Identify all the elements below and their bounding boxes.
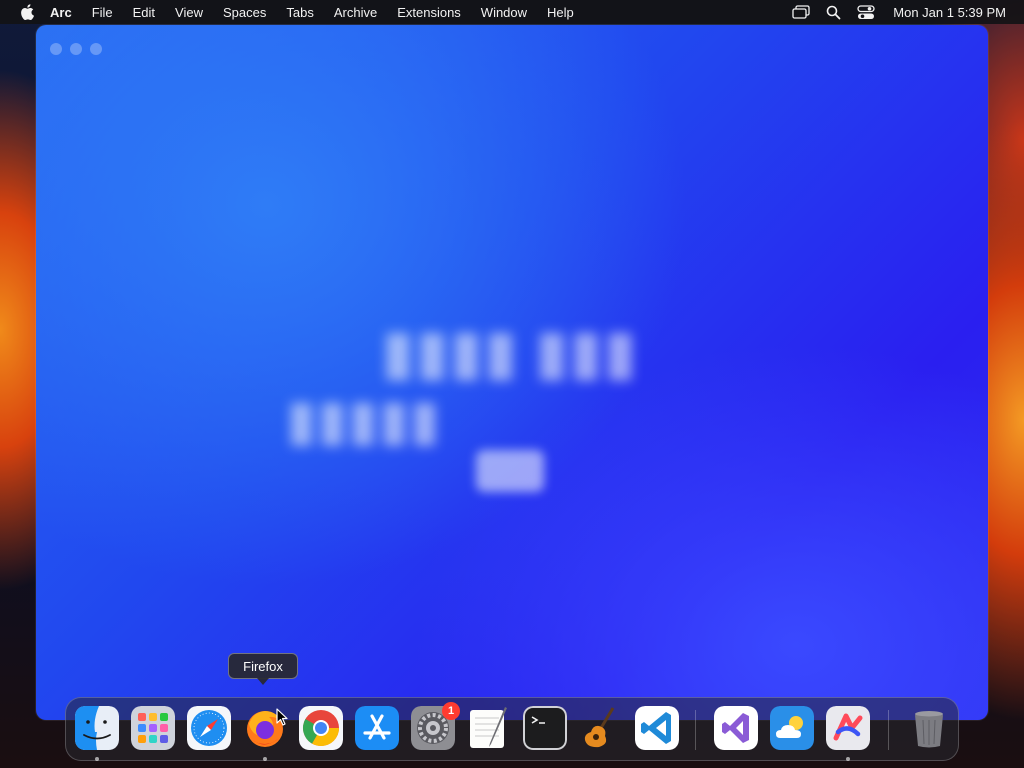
garageband-icon — [584, 707, 615, 748]
dock-separator — [888, 710, 889, 750]
arc-browser-window[interactable]: ▮▮▮▮ ▮▮▮ ▮▮▮▮▮ — [36, 25, 988, 720]
control-center-icon[interactable] — [857, 4, 875, 20]
menu-window[interactable]: Window — [481, 5, 527, 20]
vscode-icon — [635, 706, 679, 750]
dock-item-trash[interactable] — [907, 706, 951, 750]
minimize-window-button[interactable] — [70, 43, 82, 55]
dock-running-indicator — [263, 757, 267, 761]
spotlight-search-icon[interactable] — [826, 5, 841, 20]
blurred-logo-shape — [476, 450, 544, 492]
dock-tooltip: Firefox — [228, 653, 298, 685]
zoom-window-button[interactable] — [90, 43, 102, 55]
launchpad-icon — [131, 706, 175, 750]
menu-app-name[interactable]: Arc — [50, 5, 72, 20]
dock-item-textedit[interactable] — [467, 706, 511, 750]
menu-tabs[interactable]: Tabs — [286, 5, 313, 20]
apple-menu-icon[interactable] — [18, 3, 36, 21]
visual-studio-icon — [714, 706, 758, 750]
app-store-icon — [355, 706, 399, 750]
terminal-icon — [523, 706, 567, 750]
dock-item-arc[interactable] — [826, 706, 870, 750]
menu-bar-clock[interactable]: Mon Jan 1 5:39 PM — [893, 5, 1006, 20]
dock-item-terminal[interactable] — [523, 706, 567, 750]
trash-icon — [915, 711, 943, 748]
notification-badge: 1 — [442, 702, 460, 720]
dock-separator — [695, 710, 696, 750]
dock-item-chrome[interactable] — [299, 706, 343, 750]
dock-item-garageband[interactable] — [579, 706, 623, 750]
dock-item-safari[interactable] — [187, 706, 231, 750]
menu-file[interactable]: File — [92, 5, 113, 20]
chrome-icon — [299, 706, 343, 750]
safari-icon — [187, 706, 231, 750]
weather-icon — [770, 706, 814, 750]
dock-item-app-store[interactable] — [355, 706, 399, 750]
dock-running-indicator — [846, 757, 850, 761]
menu-view[interactable]: View — [175, 5, 203, 20]
menu-extensions[interactable]: Extensions — [397, 5, 461, 20]
blurred-headline-line-1: ▮▮▮▮ ▮▮▮ — [381, 318, 638, 387]
dock-item-finder[interactable] — [75, 706, 119, 750]
textedit-icon — [470, 707, 507, 748]
dock-item-vscode[interactable] — [635, 706, 679, 750]
mouse-pointer — [276, 708, 288, 731]
dock-item-weather[interactable] — [770, 706, 814, 750]
menu-bar-status-area: Mon Jan 1 5:39 PM — [776, 0, 1006, 24]
close-window-button[interactable] — [50, 43, 62, 55]
screen-mirroring-icon[interactable] — [792, 5, 810, 19]
menu-help[interactable]: Help — [547, 5, 574, 20]
finder-icon — [75, 706, 119, 750]
menu-archive[interactable]: Archive — [334, 5, 377, 20]
window-traffic-lights — [50, 43, 110, 55]
blurred-headline-line-2: ▮▮▮▮▮ — [286, 388, 441, 451]
dock: 1 — [65, 697, 959, 761]
dock-item-launchpad[interactable] — [131, 706, 175, 750]
menu-bar: Arc File Edit View Spaces Tabs Archive E… — [0, 0, 1024, 24]
arc-icon — [826, 706, 870, 750]
dock-running-indicator — [95, 757, 99, 761]
dock-item-visual-studio[interactable] — [714, 706, 758, 750]
menu-spaces[interactable]: Spaces — [223, 5, 266, 20]
menu-edit[interactable]: Edit — [133, 5, 155, 20]
